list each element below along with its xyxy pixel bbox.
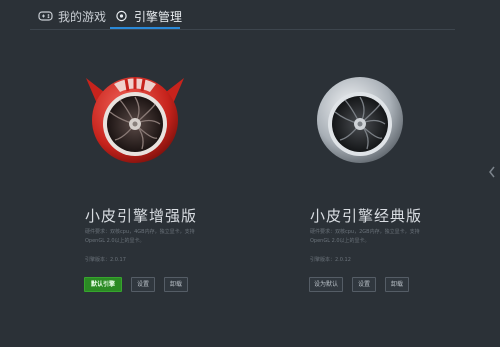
settings-button[interactable]: 设置	[131, 277, 156, 292]
gamepad-icon	[38, 11, 53, 21]
tab-label: 我的游戏	[58, 9, 107, 24]
default-engine-button[interactable]: 默认引擎	[84, 277, 123, 292]
engine-description: 硬件要求：双核cpu，2GB内存，独立显卡，支持OpenGL 2.0以上的显卡。	[310, 229, 420, 244]
settings-button[interactable]: 设置	[352, 277, 377, 292]
engine-title: 小皮引擎经典版	[310, 207, 423, 225]
tab-label: 引擎管理	[134, 9, 183, 24]
engine-classic-image	[317, 77, 403, 163]
set-default-button[interactable]: 设为默认	[309, 277, 344, 292]
engine-title: 小皮引擎增强版	[85, 207, 198, 225]
tab-my-games[interactable]: 我的游戏	[38, 6, 106, 26]
engine-version: 引擎版本：2.0.17	[85, 257, 126, 263]
engine-version: 引擎版本：2.0.12	[310, 257, 351, 263]
engine-card-enhanced: 小皮引擎增强版 硬件要求：双核cpu，4GB内存，独立显卡，支持OpenGL 2…	[80, 62, 250, 302]
engine-enhanced-image	[86, 77, 184, 163]
uninstall-button[interactable]: 卸载	[385, 277, 410, 292]
engine-card-classic: 小皮引擎经典版 硬件要求：双核cpu，2GB内存，独立显卡，支持OpenGL 2…	[305, 62, 475, 302]
chevron-left-icon[interactable]	[488, 165, 496, 179]
engine-icon	[116, 10, 127, 22]
engine-actions: 设为默认 设置 卸载	[309, 277, 410, 292]
engine-actions: 默认引擎 设置 卸载	[84, 277, 189, 292]
uninstall-button[interactable]: 卸载	[164, 277, 189, 292]
tabs-divider	[30, 29, 455, 30]
tab-engine-management[interactable]: 引擎管理	[114, 6, 182, 26]
top-tabs: 我的游戏 引擎管理	[0, 0, 500, 31]
engine-description: 硬件要求：双核cpu，4GB内存，独立显卡，支持OpenGL 2.0以上的显卡。	[85, 229, 195, 244]
